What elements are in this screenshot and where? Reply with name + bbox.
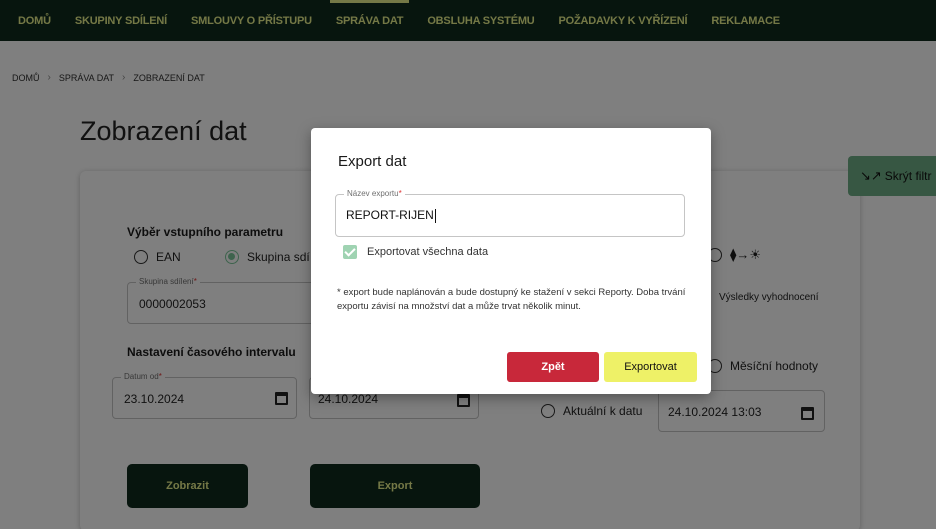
- dialog-title: Export dat: [338, 153, 407, 170]
- export-all-label: Exportovat všechna data: [367, 246, 489, 258]
- export-note: * export bude naplánován a bude dostupný…: [337, 287, 686, 312]
- export-name-label: Název exportu*: [344, 189, 405, 198]
- export-dialog: Export dat Název exportu* REPORT-RIJEN E…: [311, 128, 711, 394]
- export-name-field[interactable]: Název exportu* REPORT-RIJEN: [335, 189, 685, 237]
- export-name-value: REPORT-RIJEN: [346, 208, 436, 223]
- confirm-export-button[interactable]: Exportovat: [604, 352, 697, 382]
- export-all-checkbox[interactable]: Exportovat všechna data: [343, 245, 488, 259]
- back-button[interactable]: Zpět: [507, 352, 599, 382]
- checkbox-checked-icon: [343, 245, 357, 259]
